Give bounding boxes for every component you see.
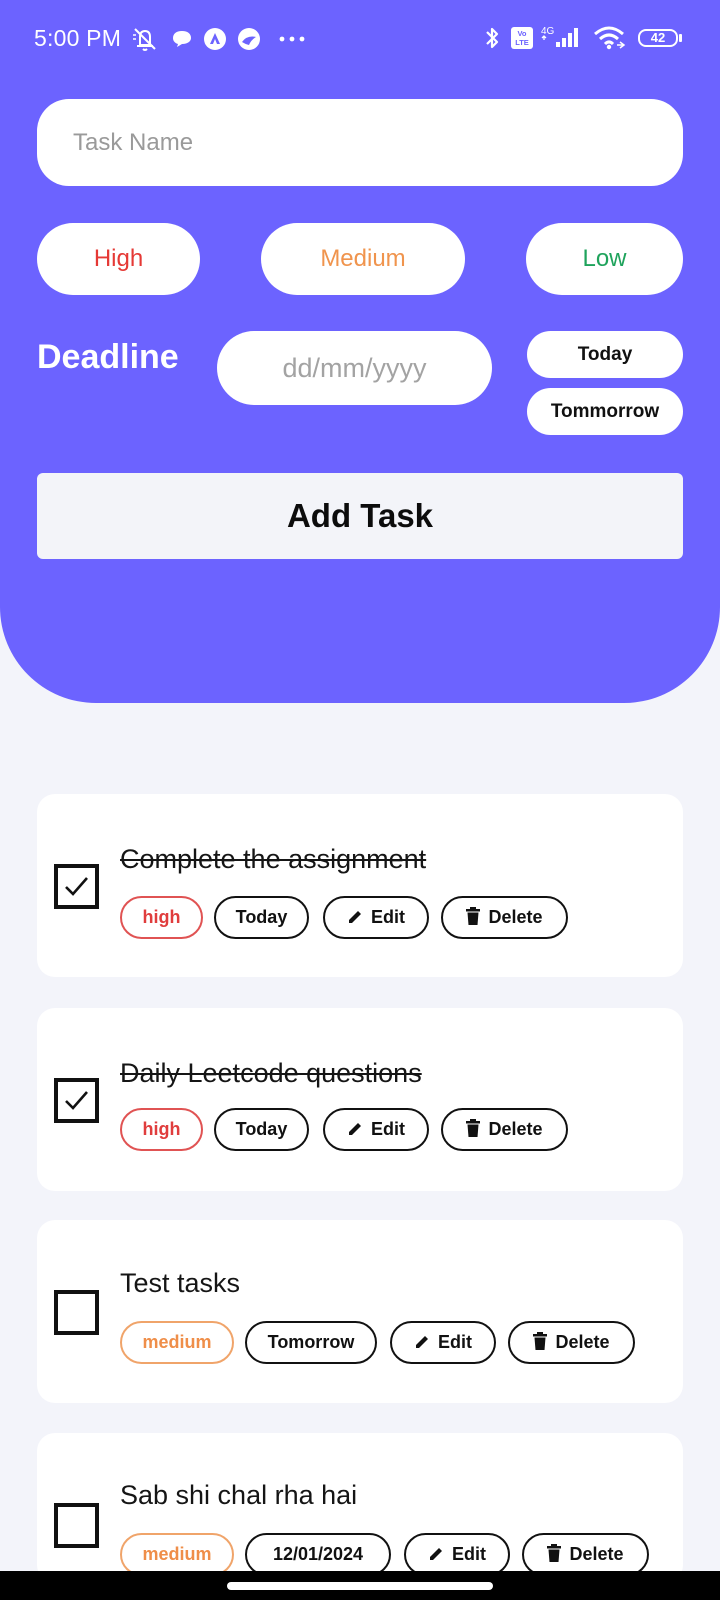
svg-text:LTE: LTE bbox=[515, 38, 529, 47]
task-card: Complete the assignment high Today Edit … bbox=[37, 794, 683, 977]
deadline-chip: 12/01/2024 bbox=[245, 1533, 391, 1576]
priority-low-button[interactable]: Low bbox=[526, 223, 683, 295]
edit-button[interactable]: Edit bbox=[390, 1321, 496, 1364]
chat-icon bbox=[173, 31, 191, 47]
trash-icon bbox=[466, 1119, 481, 1137]
home-gesture-handle[interactable] bbox=[227, 1582, 493, 1590]
delete-button[interactable]: Delete bbox=[441, 1108, 568, 1151]
priority-chip: high bbox=[120, 1108, 203, 1151]
delete-button[interactable]: Delete bbox=[441, 896, 568, 939]
edit-button[interactable]: Edit bbox=[323, 1108, 429, 1151]
priority-high-button[interactable]: High bbox=[37, 223, 200, 295]
task-card: Sab shi chal rha hai medium 12/01/2024 E… bbox=[37, 1433, 683, 1583]
more-icon bbox=[279, 36, 305, 42]
mute-icon bbox=[133, 28, 156, 51]
trash-icon bbox=[466, 907, 481, 925]
app-icon bbox=[204, 28, 226, 50]
priority-chip: medium bbox=[120, 1321, 234, 1364]
add-task-button[interactable]: Add Task bbox=[37, 473, 683, 559]
svg-text:4G: 4G bbox=[541, 26, 555, 37]
deadline-chip: Today bbox=[214, 896, 309, 939]
deadline-label: Deadline bbox=[37, 338, 179, 376]
trash-icon bbox=[547, 1544, 562, 1562]
task-name-input[interactable] bbox=[37, 99, 683, 186]
edit-label: Edit bbox=[371, 907, 405, 927]
today-button[interactable]: Today bbox=[527, 331, 683, 378]
priority-medium-button[interactable]: Medium bbox=[261, 223, 465, 295]
deadline-chip: Today bbox=[214, 1108, 309, 1151]
trash-icon bbox=[533, 1332, 548, 1350]
delete-button[interactable]: Delete bbox=[508, 1321, 635, 1364]
wifi-icon bbox=[594, 26, 626, 50]
edit-button[interactable]: Edit bbox=[323, 896, 429, 939]
task-title: Sab shi chal rha hai bbox=[120, 1480, 358, 1510]
pencil-icon bbox=[349, 1123, 361, 1135]
task-title: Daily Leetcode questions bbox=[120, 1058, 422, 1088]
task-checkbox[interactable] bbox=[54, 1503, 99, 1548]
battery-icon: 42 bbox=[638, 29, 678, 47]
delete-label: Delete bbox=[488, 907, 543, 927]
deadline-chip: Tomorrow bbox=[245, 1321, 377, 1364]
task-checkbox[interactable] bbox=[54, 1290, 99, 1335]
task-card: Test tasks medium Tomorrow Edit Delete bbox=[37, 1220, 683, 1403]
task-checkbox[interactable] bbox=[54, 1078, 99, 1123]
battery-tip bbox=[679, 34, 682, 42]
task-checkbox[interactable] bbox=[54, 864, 99, 909]
delete-label: Delete bbox=[555, 1332, 610, 1352]
pencil-icon bbox=[349, 911, 361, 923]
task-title: Test tasks bbox=[120, 1268, 241, 1298]
priority-chip: high bbox=[120, 896, 203, 939]
priority-chip: medium bbox=[120, 1533, 234, 1576]
delete-button[interactable]: Delete bbox=[522, 1533, 649, 1576]
deadline-date-input[interactable]: dd/mm/yyyy bbox=[217, 331, 492, 405]
edit-button[interactable]: Edit bbox=[404, 1533, 510, 1576]
task-card: Daily Leetcode questions high Today Edit… bbox=[37, 1008, 683, 1191]
volte-icon: Vo LTE bbox=[511, 27, 533, 49]
edit-label: Edit bbox=[438, 1332, 472, 1352]
edit-label: Edit bbox=[452, 1544, 486, 1564]
task-title: Complete the assignment bbox=[120, 844, 427, 874]
checkmark-icon bbox=[65, 877, 88, 896]
edit-label: Edit bbox=[371, 1119, 405, 1139]
app-icon bbox=[238, 28, 260, 50]
pencil-icon bbox=[430, 1548, 442, 1560]
pencil-icon bbox=[416, 1336, 428, 1348]
bluetooth-icon bbox=[486, 27, 499, 49]
tomorrow-button[interactable]: Tommorrow bbox=[527, 388, 683, 435]
checkmark-icon bbox=[65, 1091, 88, 1110]
svg-text:Vo: Vo bbox=[517, 29, 526, 38]
status-bar: 5:00 PM Vo LTE 4G 42 bbox=[0, 0, 720, 76]
signal-icon: 4G bbox=[541, 26, 578, 47]
status-time: 5:00 PM bbox=[34, 25, 122, 51]
delete-label: Delete bbox=[488, 1119, 543, 1139]
delete-label: Delete bbox=[569, 1544, 624, 1564]
